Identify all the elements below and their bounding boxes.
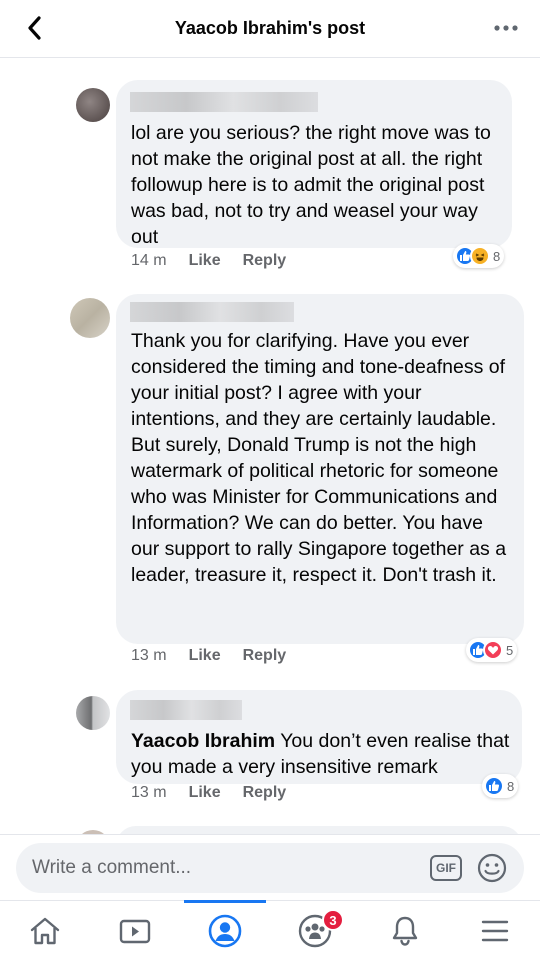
comment-item-partial — [0, 822, 540, 834]
tab-menu[interactable] — [450, 901, 540, 960]
like-button[interactable]: Like — [189, 252, 221, 270]
comment-time: 14 m — [131, 252, 167, 269]
reaction-count: 8 — [507, 778, 515, 794]
page-title: Yaacob Ibrahim's post — [174, 18, 366, 38]
comment-bubble: Thank you for clarifying. Have you ever … — [116, 294, 524, 644]
comment-item: lol are you serious? the right move was … — [0, 58, 540, 288]
watch-icon — [119, 919, 151, 944]
comment-bubble — [116, 826, 522, 834]
like-reaction-icon — [484, 776, 504, 796]
comment-time: 13 m — [131, 647, 167, 664]
tab-watch[interactable] — [90, 901, 180, 960]
commenter-name-redacted[interactable] — [130, 700, 242, 720]
mention-link[interactable]: Yaacob Ibrahim — [131, 730, 275, 752]
bell-icon — [392, 916, 418, 946]
back-button[interactable] — [18, 12, 50, 44]
comment-reply-item: Yaacob Ibrahim You don’t even realise th… — [0, 684, 540, 814]
reaction-summary[interactable]: 5 — [466, 638, 518, 662]
comment-meta: 14 m Like Reply — [131, 252, 308, 270]
more-dots-icon — [494, 25, 518, 31]
profile-icon — [208, 914, 242, 948]
more-options-button[interactable] — [490, 14, 522, 42]
comment-item: Thank you for clarifying. Have you ever … — [0, 290, 540, 680]
tab-groups[interactable]: 3 — [270, 901, 360, 960]
avatar[interactable] — [70, 298, 110, 338]
comment-text: Yaacob Ibrahim You don’t even realise th… — [131, 728, 513, 780]
menu-icon — [481, 920, 509, 942]
reply-button[interactable]: Reply — [243, 252, 287, 270]
emoji-button[interactable] — [476, 852, 508, 884]
comment-meta: 13 m Like Reply — [131, 784, 308, 802]
comment-bubble: Yaacob Ibrahim You don’t even realise th… — [116, 690, 522, 784]
haha-reaction-icon — [470, 246, 490, 266]
reaction-summary[interactable]: 8 — [453, 244, 505, 268]
like-button[interactable]: Like — [189, 784, 221, 802]
comment-composer: Write a comment... GIF — [0, 834, 540, 900]
gif-button[interactable]: GIF — [430, 855, 462, 881]
reaction-count: 8 — [493, 248, 501, 264]
comment-input-placeholder: Write a comment... — [32, 857, 192, 878]
reaction-count: 5 — [506, 642, 514, 658]
smiley-icon — [477, 853, 507, 883]
commenter-name-redacted[interactable] — [130, 302, 294, 322]
comment-time: 13 m — [131, 784, 167, 801]
avatar[interactable] — [76, 88, 110, 122]
comment-list: lol are you serious? the right move was … — [0, 58, 540, 834]
tab-notifications[interactable] — [360, 901, 450, 960]
comment-text: lol are you serious? the right move was … — [131, 122, 491, 248]
top-bar: Yaacob Ibrahim's post — [0, 0, 540, 58]
comment-text: Thank you for clarifying. Have you ever … — [131, 330, 507, 586]
reaction-summary[interactable]: 8 — [482, 774, 519, 798]
tab-profile[interactable] — [180, 901, 270, 960]
chevron-left-icon — [28, 16, 41, 40]
home-icon — [30, 917, 60, 945]
commenter-name-redacted[interactable] — [130, 92, 318, 112]
reply-button[interactable]: Reply — [243, 784, 287, 802]
bottom-tab-bar: 3 — [0, 900, 540, 960]
love-reaction-icon — [483, 640, 503, 660]
comment-input[interactable]: Write a comment... GIF — [16, 843, 524, 893]
like-button[interactable]: Like — [189, 647, 221, 665]
comment-meta: 13 m Like Reply — [131, 647, 308, 665]
reply-button[interactable]: Reply — [243, 647, 287, 665]
tab-home[interactable] — [0, 901, 90, 960]
avatar[interactable] — [76, 696, 110, 730]
groups-badge: 3 — [322, 909, 344, 931]
comment-bubble: lol are you serious? the right move was … — [116, 80, 512, 248]
